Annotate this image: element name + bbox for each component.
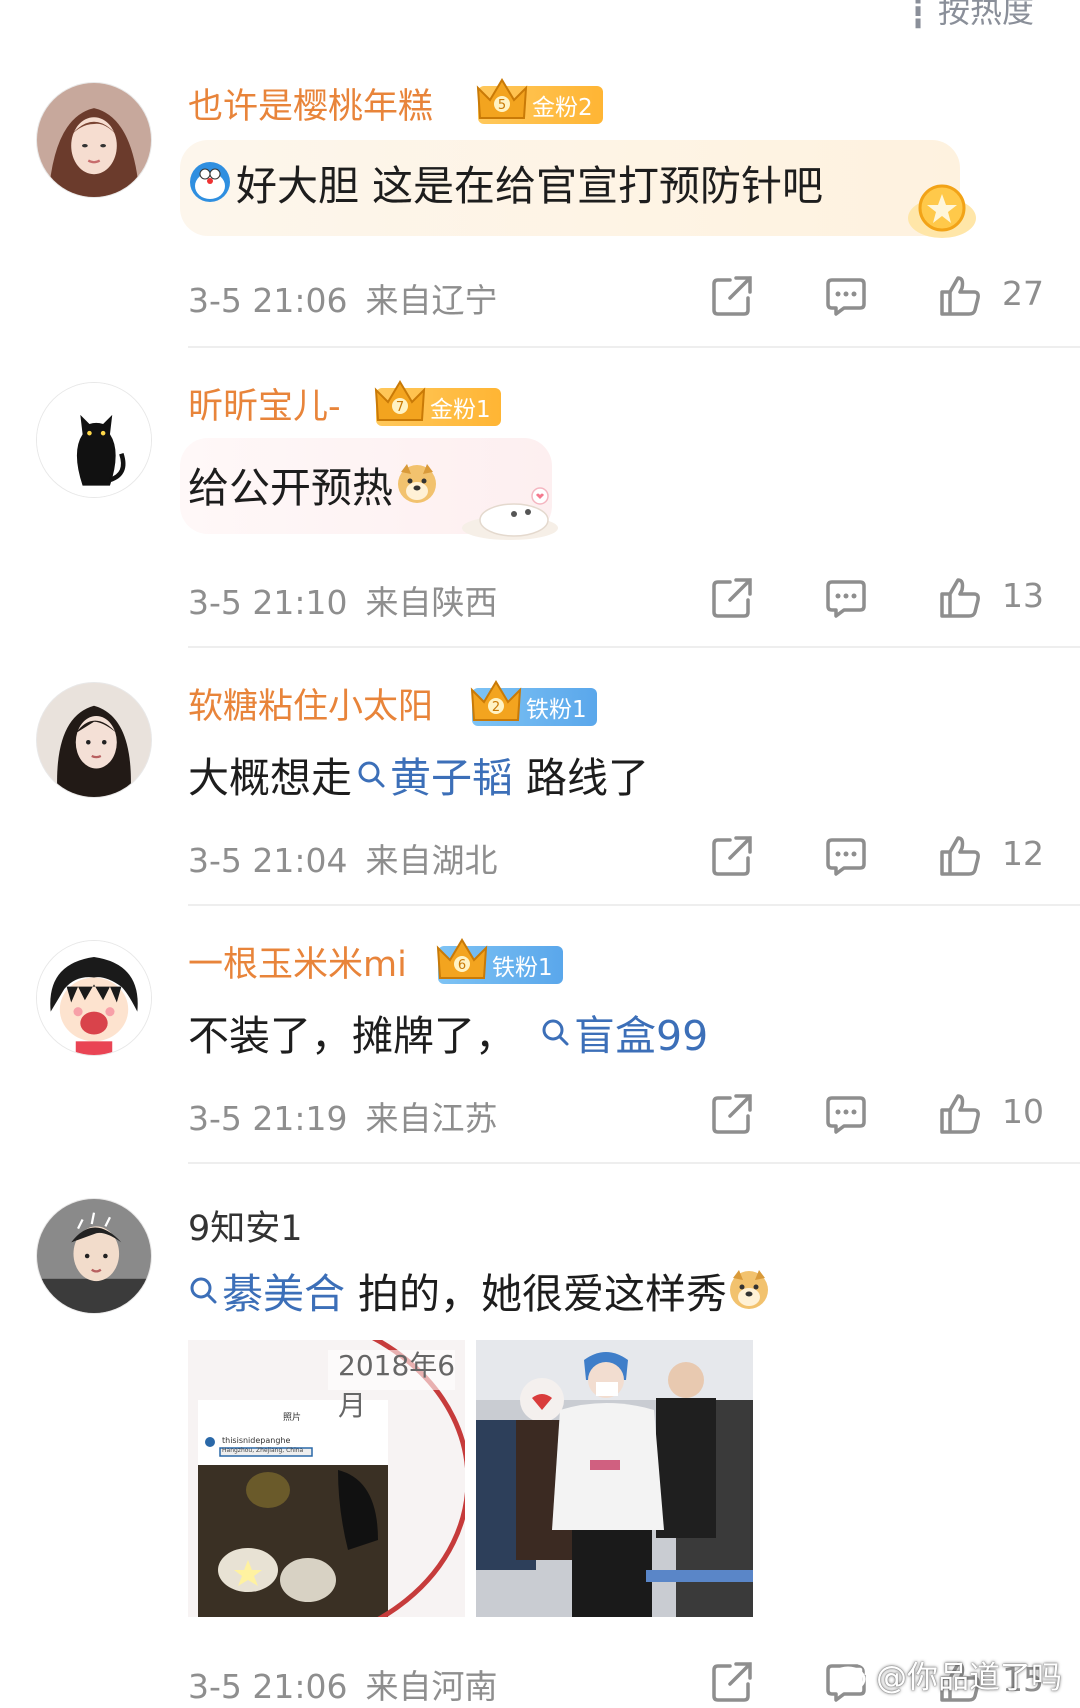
comment-text-tail: 路线了: [513, 754, 650, 802]
doraemon-emoji-icon: [190, 162, 230, 202]
like-count: 27: [1002, 274, 1044, 313]
comment-icon[interactable]: [824, 834, 868, 878]
divider: [188, 346, 1080, 348]
like-icon[interactable]: [938, 1092, 982, 1136]
search-icon: [190, 1277, 217, 1304]
timestamp: 3-5 21:06: [188, 281, 348, 320]
topic-link[interactable]: 綦美合: [188, 1260, 345, 1320]
star-medal-icon: [908, 184, 976, 238]
svg-text:2: 2: [492, 700, 500, 715]
location: 来自湖北: [365, 841, 498, 880]
comment-photo-1[interactable]: 2018年6月 照片 thisisnidepanghe Hangzhou, Zh…: [188, 1340, 465, 1617]
avatar[interactable]: [36, 1198, 152, 1314]
comment-meta: 3-5 21:19 来自江苏: [188, 1092, 516, 1140]
divider: [188, 904, 1080, 906]
share-icon[interactable]: [710, 1092, 754, 1136]
fan-badge-label: 铁粉1: [492, 955, 553, 981]
like-icon[interactable]: [938, 834, 982, 878]
topic-text: 黄子韬: [390, 754, 513, 802]
timestamp: 3-5 21:04: [188, 841, 348, 880]
comment-text-body: 好大胆 这是在给官宣打预防针吧: [236, 162, 824, 210]
share-icon[interactable]: [710, 1660, 754, 1704]
username[interactable]: 软糖粘住小太阳: [188, 678, 433, 729]
svg-text:7: 7: [396, 400, 404, 415]
fan-badge[interactable]: 2 铁粉1: [470, 680, 597, 726]
comment-icon[interactable]: [824, 576, 868, 620]
location: 来自江苏: [365, 1099, 498, 1138]
avatar[interactable]: [36, 940, 152, 1056]
comment-icon[interactable]: [824, 274, 868, 318]
share-icon[interactable]: [710, 834, 754, 878]
fan-badge-label: 金粉2: [532, 95, 593, 121]
svg-text:6: 6: [458, 958, 466, 973]
comment-item: 也许是樱桃年糕 5 金粉2 好大胆 这是在给官宣打预防针吧 3-5 21:06 来…: [0, 0, 1080, 348]
topic-text: 盲盒99: [574, 1012, 709, 1060]
comment-text-body: 拍的，她很爱这样秀: [345, 1270, 728, 1318]
username[interactable]: 一根玉米米mi: [188, 936, 407, 987]
fan-badge[interactable]: 7 金粉1: [374, 380, 501, 426]
cat-sticker-icon: [462, 487, 558, 540]
timestamp: 3-5 21:19: [188, 1099, 348, 1138]
like-count: 10: [1002, 1092, 1044, 1131]
avatar[interactable]: [36, 382, 152, 498]
topic-link[interactable]: 黄子韬: [352, 744, 513, 804]
comment-text: 大概想走 黄子韬 路线了: [188, 744, 649, 804]
comment-meta: 3-5 21:10 来自陕西: [188, 576, 516, 624]
timestamp: 3-5 21:06: [188, 1667, 348, 1706]
comment-text-body: 给公开预热: [188, 464, 393, 512]
comment-meta: 3-5 21:04 来自湖北: [188, 834, 516, 882]
like-count: 13: [1002, 576, 1044, 615]
fan-badge[interactable]: 6 铁粉1: [436, 938, 563, 984]
comment-meta: 3-5 21:06 来自辽宁: [188, 274, 516, 322]
crown-icon: 7: [374, 380, 426, 421]
location: 来自陕西: [365, 583, 498, 622]
like-count: 12: [1002, 834, 1044, 873]
weibo-watermark: @你品道了吗: [830, 1652, 1062, 1697]
svg-text:5: 5: [498, 98, 506, 113]
comment-text: 綦美合 拍的，她很爱这样秀: [188, 1260, 771, 1320]
username[interactable]: 昕昕宝儿-: [188, 378, 341, 429]
crown-icon: 2: [470, 680, 522, 721]
topic-link[interactable]: 盲盒99: [540, 1002, 708, 1062]
crown-icon: 5: [476, 78, 528, 119]
comment-text: 给公开预热: [188, 454, 439, 514]
share-icon[interactable]: [710, 274, 754, 318]
watermark-text: @你品道了吗: [876, 1660, 1062, 1696]
timestamp: 3-5 21:10: [188, 583, 348, 622]
photo-ui-user: thisisnidepanghe: [222, 1436, 291, 1445]
fan-badge-label: 铁粉1: [526, 697, 587, 723]
comment-text: 不装了，摊牌了， 盲盒99: [188, 1002, 708, 1062]
like-icon[interactable]: [938, 576, 982, 620]
avatar[interactable]: [36, 682, 152, 798]
photo-date-caption: 2018年6月: [338, 1349, 456, 1422]
weibo-logo-icon: [830, 1661, 868, 1691]
search-icon: [358, 761, 385, 788]
fan-badge[interactable]: 5 金粉2: [476, 78, 603, 124]
doge-emoji-icon: [730, 1270, 769, 1309]
search-icon: [542, 1019, 569, 1046]
fan-badge-label: 金粉1: [430, 397, 491, 423]
comment-text: 好大胆 这是在给官宣打预防针吧: [188, 152, 823, 212]
location: 来自河南: [365, 1667, 498, 1706]
comment-text-body: 大概想走: [188, 754, 352, 802]
comment-photo-2[interactable]: [476, 1340, 753, 1617]
username[interactable]: 也许是樱桃年糕: [188, 78, 433, 129]
photo-ui-location: Hangzhou, Zhejiang, China: [222, 1447, 304, 1454]
comment-text-body: 不装了，摊牌了，: [188, 1012, 516, 1060]
avatar[interactable]: [36, 82, 152, 198]
username[interactable]: 9知安1: [188, 1200, 303, 1251]
share-icon[interactable]: [710, 576, 754, 620]
comment-meta: 3-5 21:06 来自河南: [188, 1660, 516, 1708]
location: 来自辽宁: [365, 281, 498, 320]
doge-emoji-icon: [398, 464, 436, 503]
topic-text: 綦美合: [222, 1270, 345, 1318]
photo-airport-graphic: [476, 1340, 753, 1617]
divider: [188, 646, 1080, 648]
photo-ui-title: 照片: [283, 1413, 302, 1423]
comment-icon[interactable]: [824, 1092, 868, 1136]
divider: [188, 1162, 1080, 1164]
like-icon[interactable]: [938, 274, 982, 318]
crown-icon: 6: [436, 938, 488, 979]
